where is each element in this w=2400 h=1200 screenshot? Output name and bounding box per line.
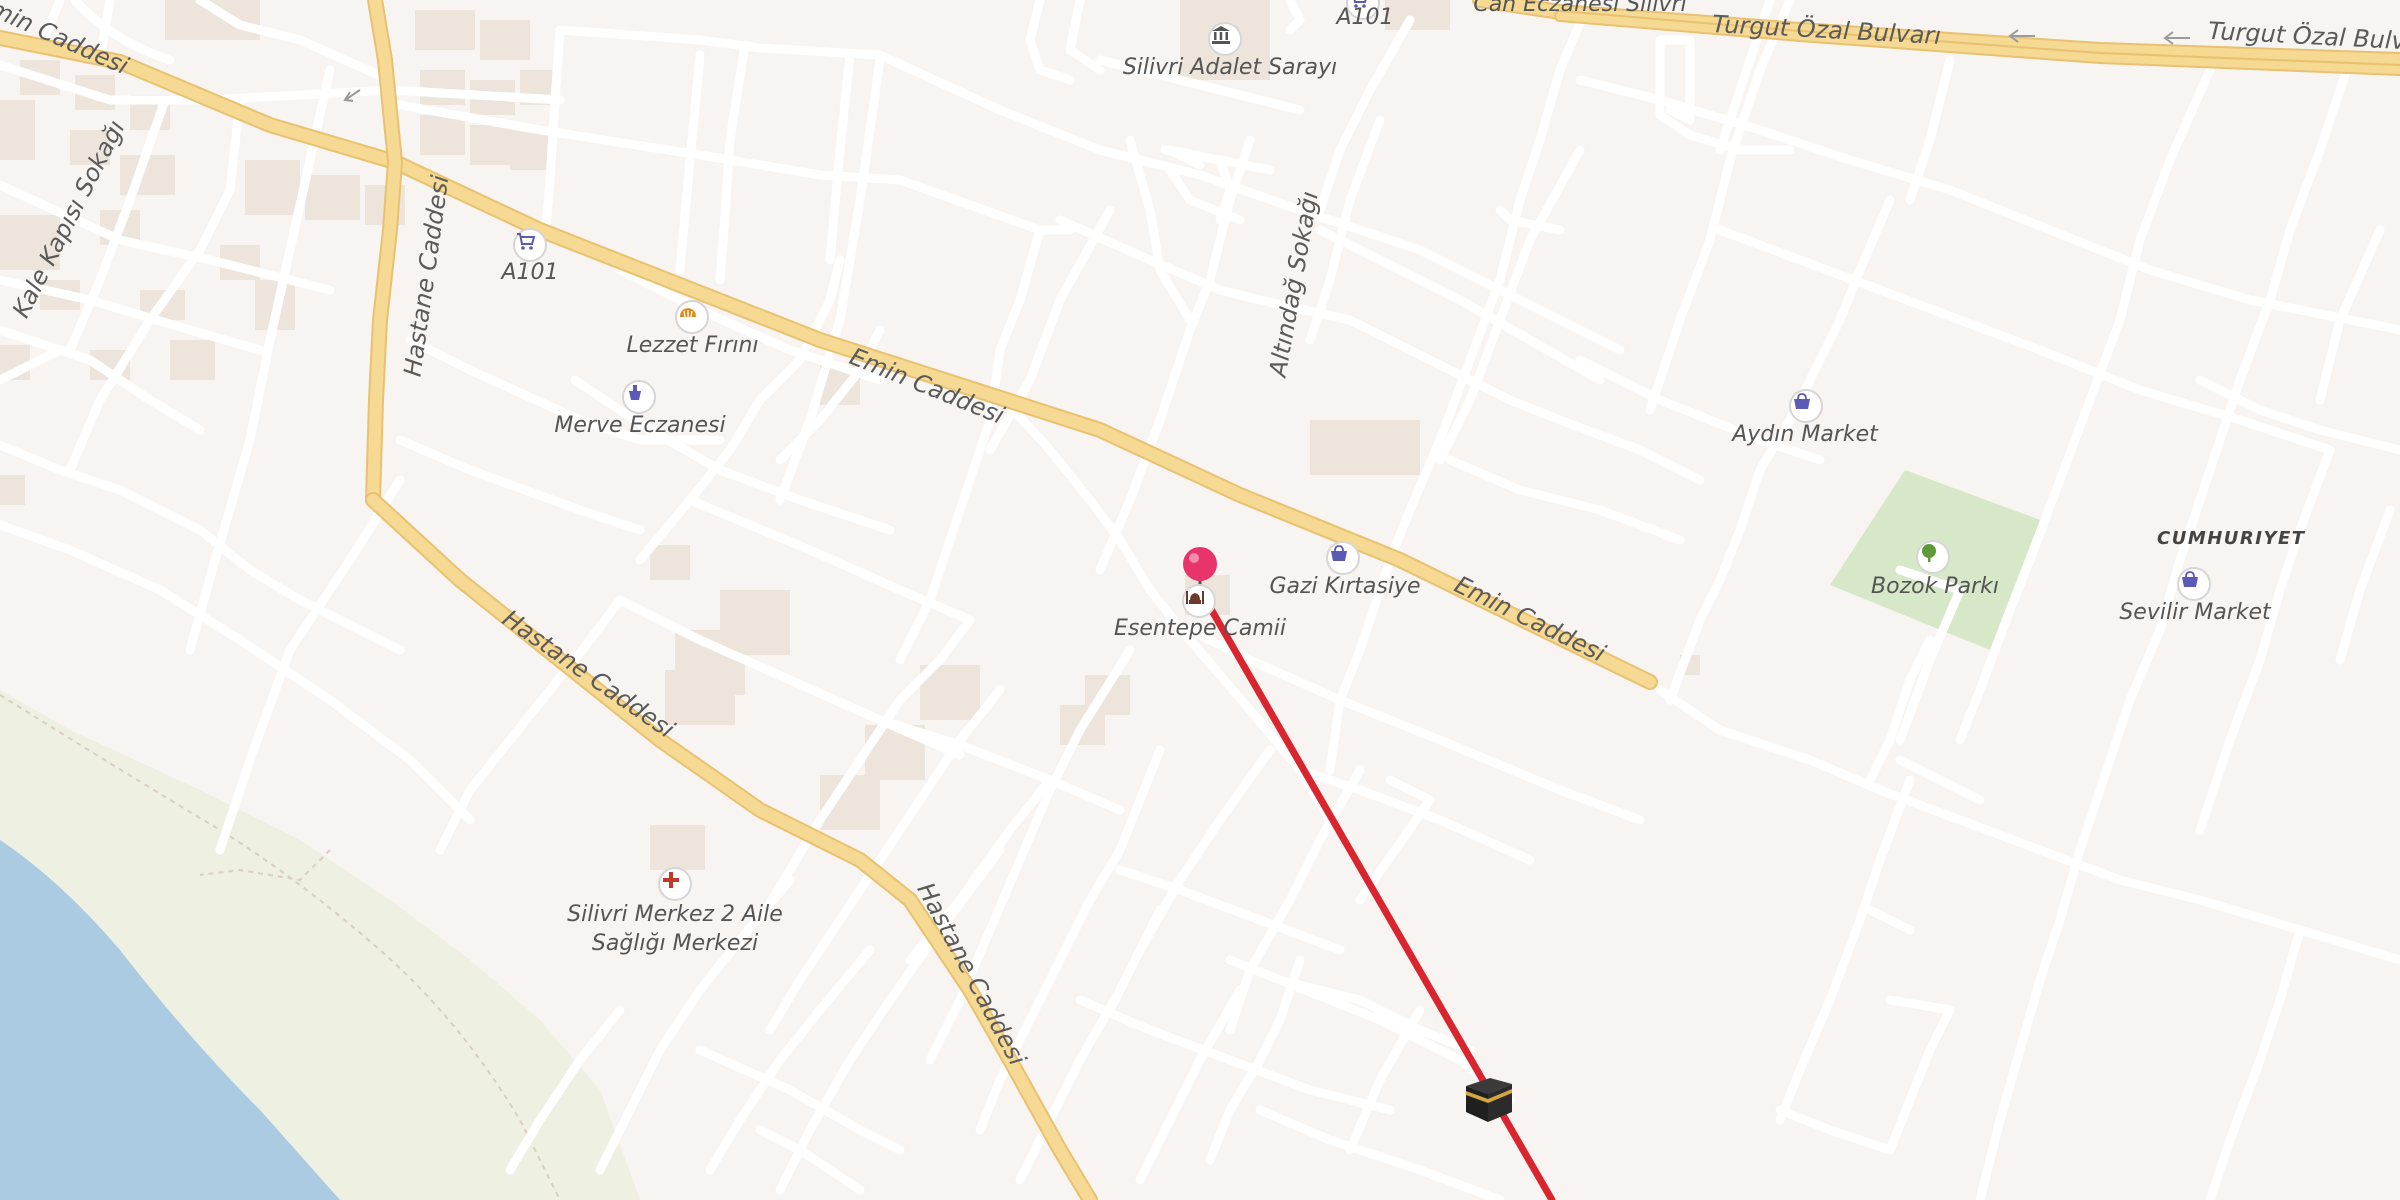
poi-label-park: Bozok Parkı (1871, 574, 1999, 599)
kaaba-icon (1460, 1072, 1516, 1124)
poi-label-mosque: Esentepe Camii (1114, 616, 1286, 641)
poi-label-bakery: Lezzet Fırını (626, 333, 759, 358)
shop-icon[interactable] (2177, 567, 2211, 601)
poi-label-stationery: Gazi Kırtasiye (1269, 574, 1421, 599)
poi-label-market: Sevilir Market (2119, 600, 2271, 625)
supermarket-icon[interactable] (513, 228, 547, 262)
poi-label-pharmacy: Merve Eczanesi (554, 413, 726, 438)
map-canvas[interactable]: Silivri Adalet Sarayı A101 A101 Lezzet F… (0, 0, 2400, 1200)
shop-icon[interactable] (1326, 541, 1360, 575)
poi-label-pharmacy: Can Eczanesi Silivri (1473, 0, 1687, 17)
poi-label-supermarket: A101 (501, 260, 559, 285)
poi-label-courthouse: Silivri Adalet Sarayı (1122, 55, 1338, 80)
park-tree-icon[interactable] (1916, 540, 1950, 574)
district-label: CUMHURIYET (2157, 528, 2306, 549)
mosque-icon[interactable] (1182, 584, 1216, 618)
health-cross-icon[interactable] (658, 867, 692, 901)
poi-label-supermarket: A101 (1336, 5, 1394, 30)
bakery-icon[interactable] (675, 300, 709, 334)
pharmacy-icon[interactable] (622, 380, 656, 414)
poi-label-market: Aydın Market (1732, 422, 1878, 447)
courthouse-icon[interactable] (1208, 22, 1242, 56)
poi-label-health-center: Silivri Merkez 2 Aile Sağlığı Merkezi (567, 902, 783, 956)
shop-icon[interactable] (1789, 389, 1823, 423)
